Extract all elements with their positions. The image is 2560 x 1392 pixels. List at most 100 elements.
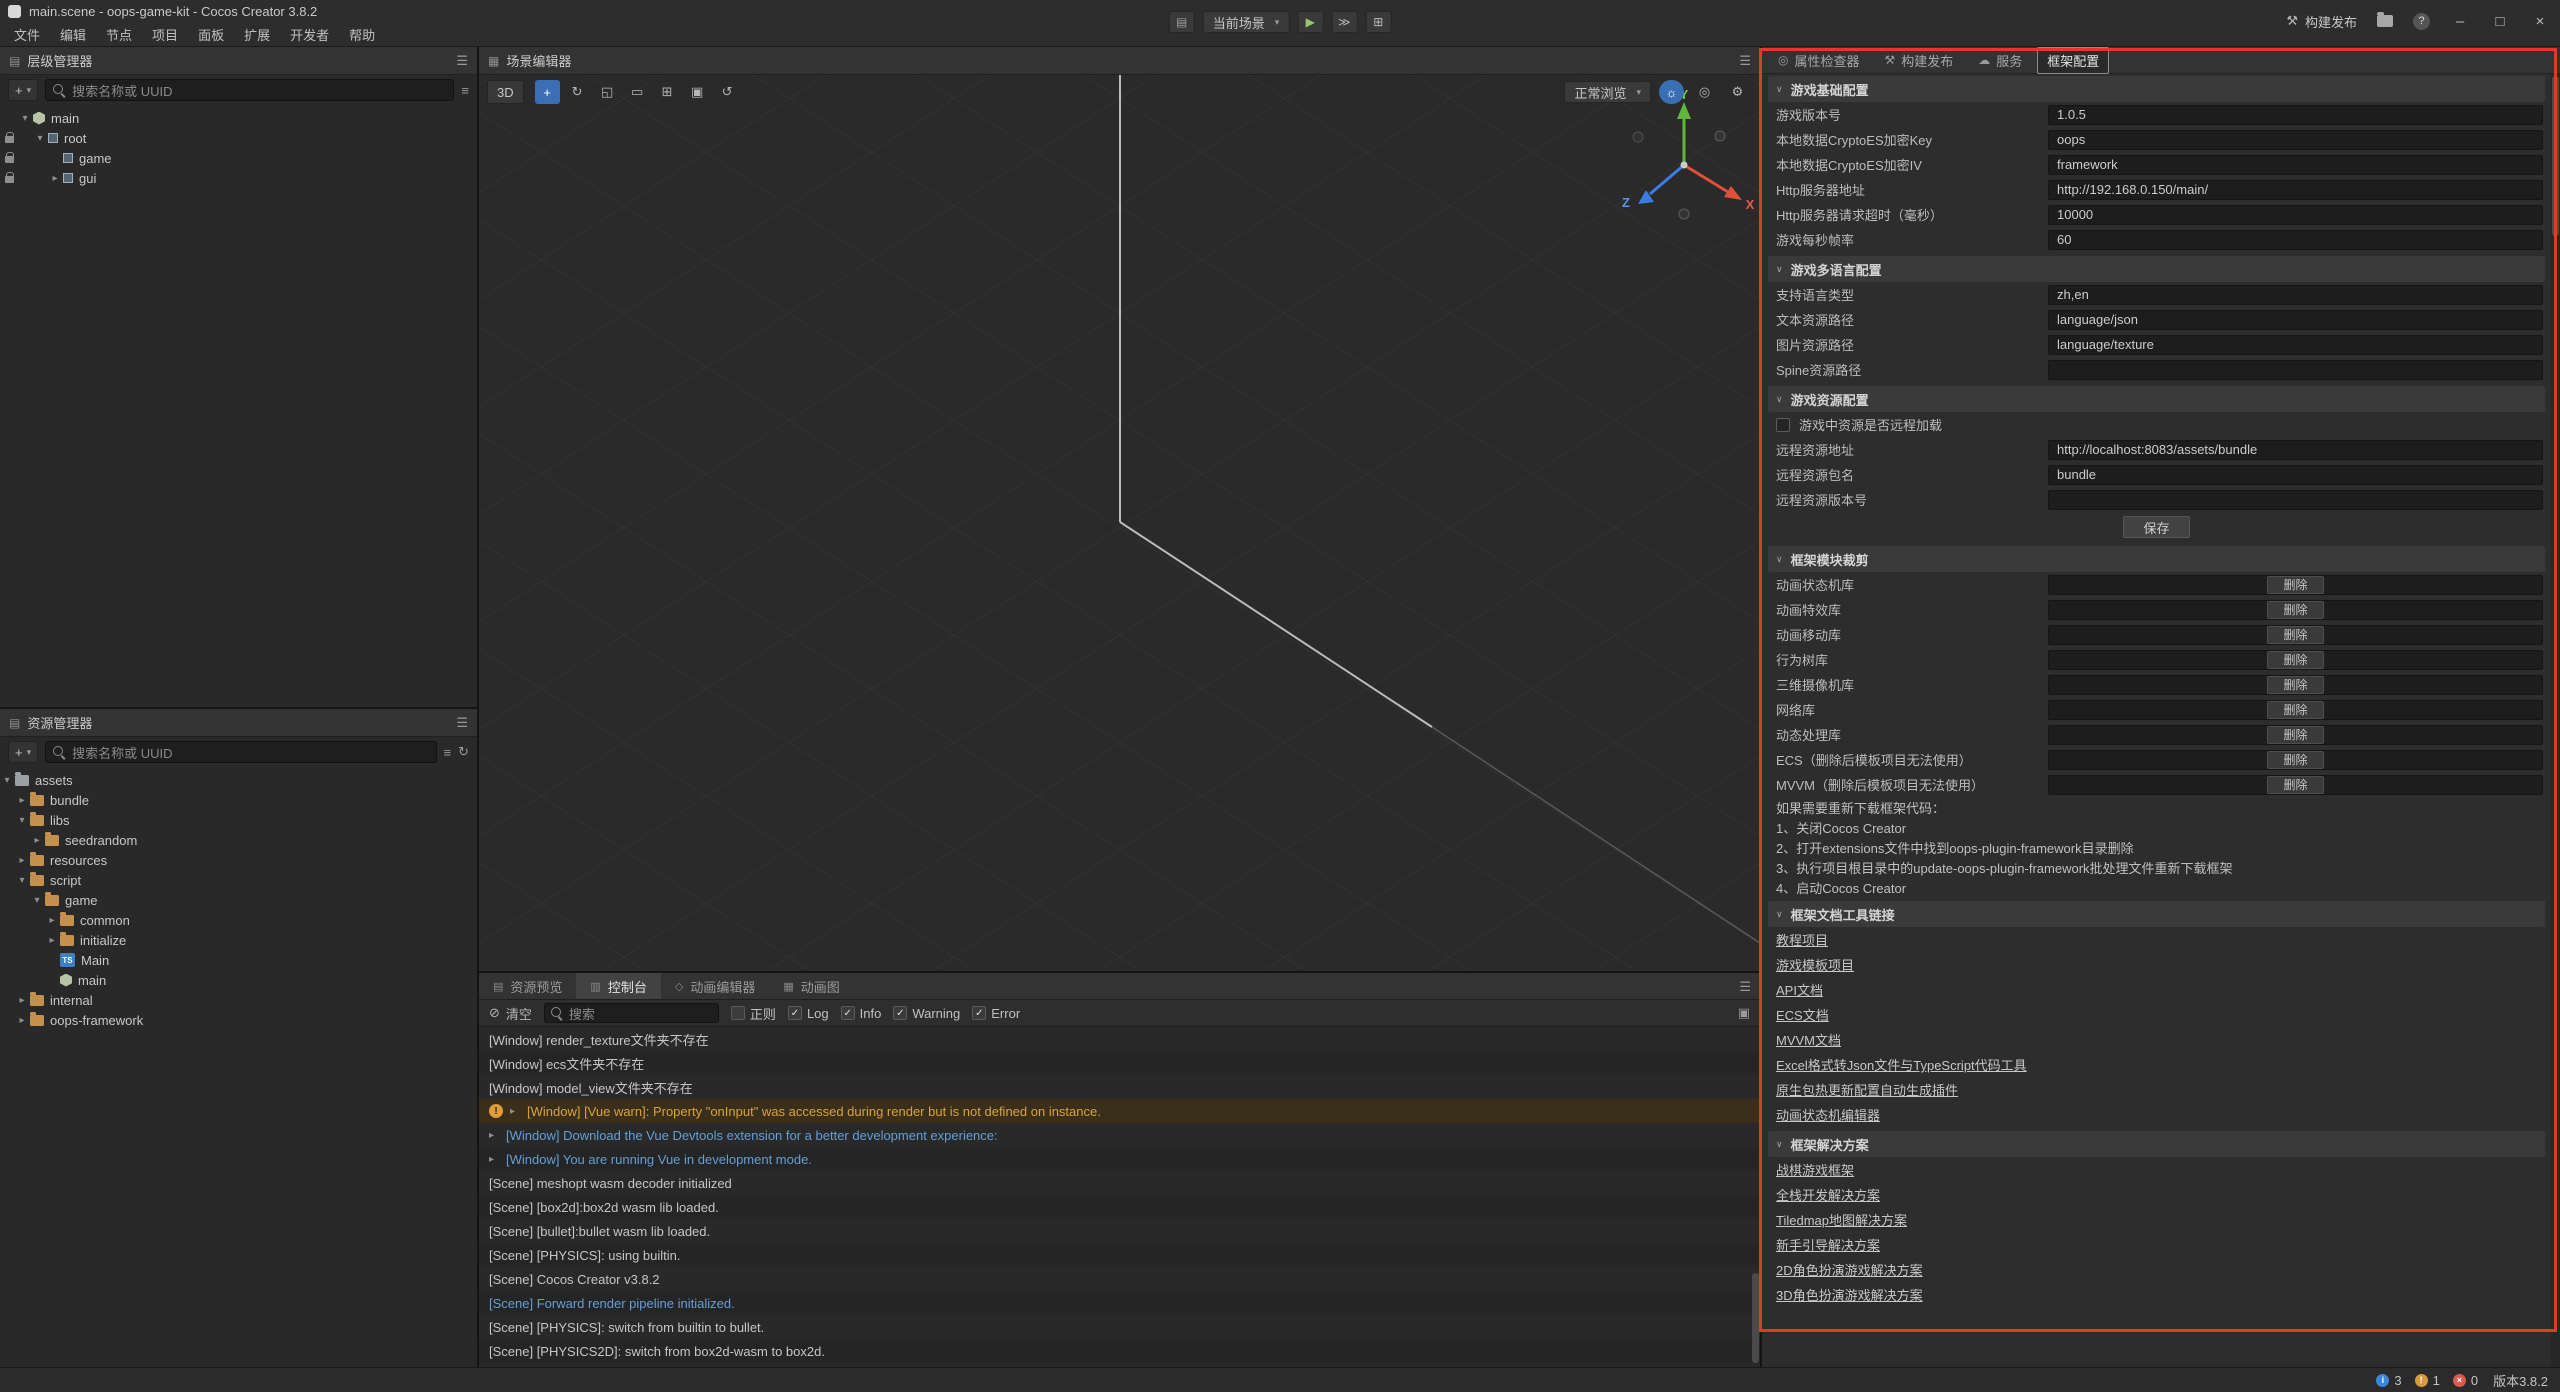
expand-arrow-icon[interactable]: ▸: [489, 1154, 499, 1165]
log-row[interactable]: [Scene] [PHYSICS2D]: switch from box2d-w…: [479, 1339, 1760, 1363]
close-button[interactable]: ×: [2530, 13, 2550, 30]
inspector-tab-服务[interactable]: ☁服务: [1968, 47, 2032, 74]
inspector-tab-属性检查器[interactable]: ◎属性检查器: [1768, 47, 1870, 74]
delete-button[interactable]: 删除: [2267, 676, 2323, 694]
preview-target-icon[interactable]: ▤: [1169, 11, 1195, 33]
checkbox[interactable]: [1776, 418, 1790, 432]
link-API文档[interactable]: API文档: [1776, 980, 1823, 999]
link-原生包热更新配置自动生成插件[interactable]: 原生包热更新配置自动生成插件: [1776, 1080, 1958, 1099]
link-新手引导解决方案[interactable]: 新手引导解决方案: [1776, 1235, 1880, 1254]
field-input[interactable]: language/texture: [2048, 335, 2543, 355]
menu-节点[interactable]: 节点: [96, 22, 142, 47]
asset-item-game[interactable]: ▾game: [0, 890, 477, 910]
create-node-button[interactable]: +▾: [8, 79, 38, 101]
menu-编辑[interactable]: 编辑: [50, 22, 96, 47]
hierarchy-item-root[interactable]: ▾root: [0, 128, 477, 148]
delete-button[interactable]: 删除: [2267, 701, 2323, 719]
link-Excel格式转Json文件与TypeScript代码工具[interactable]: Excel格式转Json文件与TypeScript代码工具: [1776, 1055, 2027, 1074]
view-mode-select[interactable]: 正常浏览 ▾: [1564, 81, 1651, 103]
assets-filter-icon[interactable]: ≡: [444, 745, 452, 760]
expand-arrow-icon[interactable]: ▸: [48, 173, 62, 184]
expand-arrow-icon[interactable]: ▸: [15, 1015, 29, 1026]
asset-item-Main[interactable]: TSMain: [0, 950, 477, 970]
asset-item-assets[interactable]: ▾assets: [0, 770, 477, 790]
expand-arrow-icon[interactable]: ▾: [15, 815, 29, 826]
asset-item-main[interactable]: main: [0, 970, 477, 990]
inspector-tab-框架配置[interactable]: 框架配置: [2037, 47, 2109, 74]
log-row[interactable]: [Window] ecs文件夹不存在: [479, 1051, 1760, 1075]
asset-item-initialize[interactable]: ▸initialize: [0, 930, 477, 950]
console-scrollbar[interactable]: [1752, 1273, 1759, 1363]
link-Tiledmap地图解决方案[interactable]: Tiledmap地图解决方案: [1776, 1210, 1907, 1229]
hierarchy-search-input[interactable]: 搜索名称或 UUID: [45, 79, 454, 101]
menu-开发者[interactable]: 开发者: [280, 22, 339, 47]
log-row[interactable]: ▸[Window] Download the Vue Devtools exte…: [479, 1123, 1760, 1147]
expand-arrow-icon[interactable]: ▾: [33, 133, 47, 144]
status-error[interactable]: ×0: [2453, 1373, 2478, 1388]
log-row[interactable]: [Scene] [bullet]:bullet wasm lib loaded.: [479, 1219, 1760, 1243]
scrollbar-thumb[interactable]: [2552, 76, 2559, 236]
filter-warning[interactable]: ✓Warning: [893, 1006, 960, 1021]
maximize-button[interactable]: □: [2490, 13, 2510, 30]
log-row[interactable]: [Window] render_texture文件夹不存在: [479, 1027, 1760, 1051]
expand-arrow-icon[interactable]: ▸: [30, 835, 44, 846]
filter-log[interactable]: ✓Log: [788, 1006, 829, 1021]
asset-item-script[interactable]: ▾script: [0, 870, 477, 890]
regex-toggle[interactable]: 正则: [731, 1004, 776, 1023]
save-button[interactable]: 保存: [2123, 516, 2189, 538]
log-row[interactable]: [Scene] [PHYSICS]: switch from builtin t…: [479, 1315, 1760, 1339]
lock-icon[interactable]: [5, 136, 14, 143]
menu-面板[interactable]: 面板: [188, 22, 234, 47]
panel-menu-icon[interactable]: ☰: [456, 715, 468, 731]
field-input[interactable]: bundle: [2048, 465, 2543, 485]
status-info[interactable]: i3: [2376, 1373, 2401, 1388]
expand-arrow-icon[interactable]: ▾: [0, 775, 14, 786]
inspector-tab-构建发布[interactable]: ⚒构建发布: [1875, 47, 1964, 74]
console-tab-动画编辑器[interactable]: ◇动画编辑器: [661, 973, 769, 999]
inspector-scrollbar[interactable]: [2551, 74, 2560, 1367]
status-warning[interactable]: !1: [2415, 1373, 2440, 1388]
expand-arrow-icon[interactable]: ▸: [15, 855, 29, 866]
field-input[interactable]: language/json: [2048, 310, 2543, 330]
delete-button[interactable]: 删除: [2267, 726, 2323, 744]
field-input[interactable]: [2048, 490, 2543, 510]
scale-tool-icon[interactable]: ◱: [595, 80, 620, 104]
checkbox[interactable]: ✓: [841, 1006, 855, 1020]
preview-grid-button[interactable]: ⊞: [1365, 11, 1391, 33]
minimize-button[interactable]: –: [2450, 13, 2470, 30]
asset-item-oops-framework[interactable]: ▸oops-framework: [0, 1010, 477, 1030]
log-row[interactable]: [Scene] Cocos Creator v3.8.2: [479, 1267, 1760, 1291]
orientation-gizmo[interactable]: Y X Z: [1609, 90, 1759, 240]
checkbox[interactable]: ✓: [893, 1006, 907, 1020]
create-asset-button[interactable]: +▾: [8, 741, 38, 763]
delete-button[interactable]: 删除: [2267, 651, 2323, 669]
section-header-0[interactable]: ∨游戏基础配置: [1768, 76, 2545, 102]
pivot-tool-icon[interactable]: ▣: [685, 80, 710, 104]
filter-error[interactable]: ✓Error: [972, 1006, 1020, 1021]
panel-menu-icon[interactable]: ☰: [456, 53, 468, 69]
move-tool-icon[interactable]: +: [535, 80, 560, 104]
clear-console-button[interactable]: ⊘ 清空: [489, 1004, 532, 1023]
expand-arrow-icon[interactable]: ▸: [489, 1130, 499, 1141]
link-动画状态机编辑器[interactable]: 动画状态机编辑器: [1776, 1105, 1880, 1124]
asset-item-common[interactable]: ▸common: [0, 910, 477, 930]
log-row[interactable]: [Window] model_view文件夹不存在: [479, 1075, 1760, 1099]
section-header-3[interactable]: ∨框架模块裁剪: [1768, 546, 2545, 572]
step-button[interactable]: ≫: [1331, 11, 1357, 33]
snap-tool-icon[interactable]: ↺: [715, 80, 740, 104]
link-战棋游戏框架[interactable]: 战棋游戏框架: [1776, 1160, 1854, 1179]
lock-icon[interactable]: [5, 156, 14, 163]
expand-arrow-icon[interactable]: ▸: [15, 995, 29, 1006]
panel-menu-icon[interactable]: ☰: [1739, 53, 1751, 69]
expand-arrow-icon[interactable]: ▸: [15, 795, 29, 806]
log-row[interactable]: !▸[Window] [Vue warn]: Property "onInput…: [479, 1099, 1760, 1123]
asset-item-libs[interactable]: ▾libs: [0, 810, 477, 830]
rect-tool-icon[interactable]: ▭: [625, 80, 650, 104]
log-row[interactable]: [Scene] [box2d]:box2d wasm lib loaded.: [479, 1195, 1760, 1219]
hierarchy-item-game[interactable]: game: [0, 148, 477, 168]
anchor-tool-icon[interactable]: ⊞: [655, 80, 680, 104]
regex-checkbox[interactable]: [731, 1006, 745, 1020]
hierarchy-item-main[interactable]: ▾main: [0, 108, 477, 128]
field-input[interactable]: oops: [2048, 130, 2543, 150]
lock-icon[interactable]: [5, 176, 14, 183]
